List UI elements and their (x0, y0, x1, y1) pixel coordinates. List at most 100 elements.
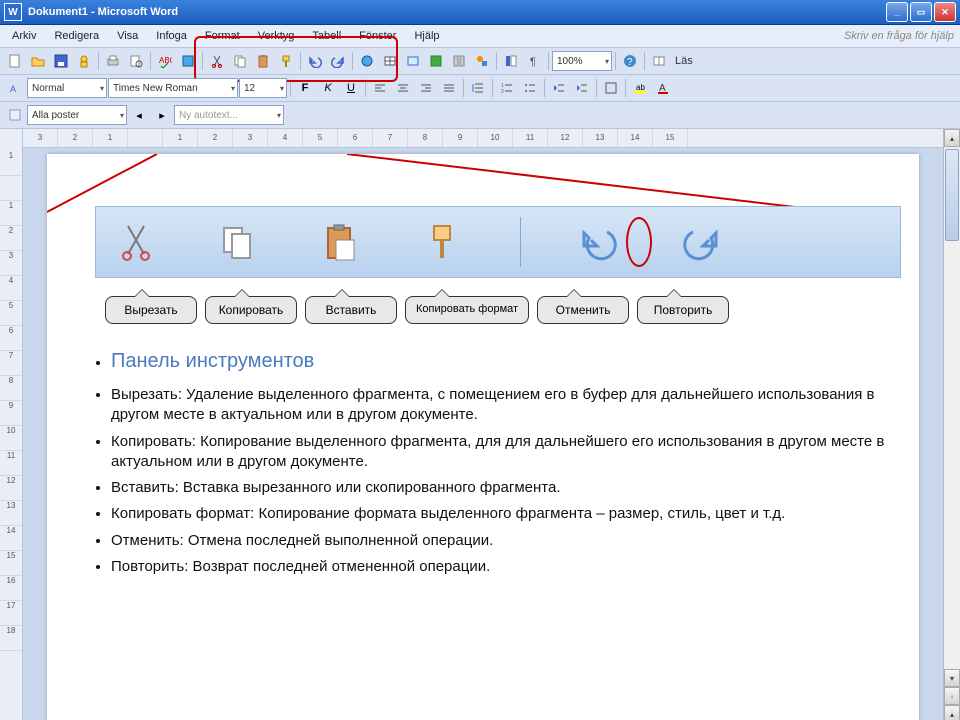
mm-next-icon[interactable]: ▸ (151, 104, 173, 126)
scroll-up-button[interactable]: ▴ (944, 129, 960, 147)
vertical-scrollbar[interactable]: ▴ ▾ ◦ ▴ ▾ (943, 129, 960, 720)
tables-borders-icon[interactable] (379, 50, 401, 72)
redo-icon-large (677, 218, 725, 266)
paste-icon-large (316, 218, 364, 266)
help-search-prompt[interactable]: Skriv en fråga för hjälp (844, 30, 954, 42)
align-center-icon[interactable] (392, 77, 414, 99)
svg-text:¶: ¶ (530, 56, 536, 68)
italic-button[interactable]: K (317, 77, 339, 99)
all-entries-select[interactable]: Alla poster (27, 105, 127, 125)
highlight-color-icon[interactable]: ab (629, 77, 651, 99)
undo-icon[interactable] (304, 50, 326, 72)
title-bar: W Dokument1 - Microsoft Word _ ▭ ✕ (0, 0, 960, 25)
callout-cut: Вырезать (105, 296, 197, 324)
scroll-thumb[interactable] (945, 149, 959, 241)
scroll-down-button[interactable]: ▾ (944, 669, 960, 687)
menu-redigera[interactable]: Redigera (46, 28, 107, 44)
bullet-item: Копировать формат: Копирование формата в… (111, 504, 901, 524)
callout-paste: Вставить (305, 296, 397, 324)
cut-icon-large (112, 218, 160, 266)
callout-undo: Отменить (537, 296, 629, 324)
browse-object-button[interactable]: ◦ (944, 687, 960, 705)
zoom-select[interactable]: 100% (552, 51, 612, 71)
svg-text:2: 2 (501, 89, 504, 95)
font-select[interactable]: Times New Roman (108, 78, 238, 98)
increase-indent-icon[interactable] (571, 77, 593, 99)
hyperlink-icon[interactable] (356, 50, 378, 72)
window-title: Dokument1 - Microsoft Word (28, 6, 886, 18)
numbered-list-icon[interactable]: 12 (496, 77, 518, 99)
print-icon[interactable] (102, 50, 124, 72)
svg-text:ab: ab (636, 83, 645, 92)
menu-format[interactable]: Format (197, 28, 248, 44)
format-painter-icon[interactable] (275, 50, 297, 72)
callout-copy: Копировать (205, 296, 297, 324)
bullet-item: Повторить: Возврат последней отмененной … (111, 557, 901, 577)
font-color-icon[interactable]: A (652, 77, 674, 99)
print-preview-icon[interactable] (125, 50, 147, 72)
line-spacing-icon[interactable] (467, 77, 489, 99)
bullet-list-icon[interactable] (519, 77, 541, 99)
menu-verktyg[interactable]: Verktyg (250, 28, 303, 44)
maximize-button[interactable]: ▭ (910, 2, 932, 22)
mm-prev-icon[interactable]: ◂ (128, 104, 150, 126)
vertical-ruler: 1123456789101112131415161718 (0, 129, 23, 720)
menu-tabell[interactable]: Tabell (304, 28, 349, 44)
bullet-item: Отменить: Отмена последней выполненной о… (111, 531, 901, 551)
styles-pane-icon[interactable]: A (4, 77, 26, 99)
new-doc-icon[interactable] (4, 50, 26, 72)
svg-text:?: ? (627, 57, 633, 68)
permissions-icon[interactable] (73, 50, 95, 72)
cut-icon[interactable] (206, 50, 228, 72)
read-label[interactable]: Läs (671, 55, 697, 67)
paste-icon[interactable] (252, 50, 274, 72)
style-select[interactable]: Normal (27, 78, 107, 98)
menu-infoga[interactable]: Infoga (148, 28, 195, 44)
svg-text:A: A (10, 84, 16, 94)
doc-map-icon[interactable] (500, 50, 522, 72)
align-right-icon[interactable] (415, 77, 437, 99)
bullet-item: Вставить: Вставка вырезанного или скопир… (111, 478, 901, 498)
columns-icon[interactable] (448, 50, 470, 72)
spell-check-icon[interactable]: ABC (154, 50, 176, 72)
excel-icon[interactable] (425, 50, 447, 72)
document-page: Вырезать Копировать Вставить Копировать … (47, 154, 919, 720)
menu-arkiv[interactable]: Arkiv (4, 28, 44, 44)
document-workarea: 1123456789101112131415161718 32112345678… (0, 129, 960, 720)
word-app-icon: W (4, 3, 22, 21)
close-button[interactable]: ✕ (934, 2, 956, 22)
autotext-select[interactable]: Ny autotext... (174, 105, 284, 125)
read-mode-icon[interactable] (648, 50, 670, 72)
scroll-track[interactable] (944, 147, 960, 669)
font-size-select[interactable]: 12 (239, 78, 287, 98)
open-icon[interactable] (27, 50, 49, 72)
minimize-button[interactable]: _ (886, 2, 908, 22)
menu-visa[interactable]: Visa (109, 28, 146, 44)
save-icon[interactable] (50, 50, 72, 72)
formatting-toolbar: A Normal Times New Roman 12 F K U 12 ab … (0, 75, 960, 102)
menu-bar: Arkiv Redigera Visa Infoga Format Verkty… (0, 25, 960, 48)
help-icon[interactable]: ? (619, 50, 641, 72)
research-icon[interactable] (177, 50, 199, 72)
copy-icon-large (214, 218, 262, 266)
borders-icon[interactable] (600, 77, 622, 99)
copy-icon[interactable] (229, 50, 251, 72)
prev-page-button[interactable]: ▴ (944, 705, 960, 720)
underline-button[interactable]: U (340, 77, 362, 99)
callout-row: Вырезать Копировать Вставить Копировать … (105, 296, 901, 324)
mm-icon-1[interactable] (4, 104, 26, 126)
align-justify-icon[interactable] (438, 77, 460, 99)
menu-fonster[interactable]: Fönster (351, 28, 404, 44)
decrease-indent-icon[interactable] (548, 77, 570, 99)
drawing-icon[interactable] (471, 50, 493, 72)
show-marks-icon[interactable]: ¶ (523, 50, 545, 72)
format-painter-icon-large (418, 218, 466, 266)
insert-table-icon[interactable] (402, 50, 424, 72)
redo-icon[interactable] (327, 50, 349, 72)
align-left-icon[interactable] (369, 77, 391, 99)
section-heading: Панель инструментов (111, 350, 314, 372)
menu-hjalp[interactable]: Hjälp (406, 28, 447, 44)
undo-icon-large (575, 218, 623, 266)
callout-redo: Повторить (637, 296, 729, 324)
bold-button[interactable]: F (294, 77, 316, 99)
